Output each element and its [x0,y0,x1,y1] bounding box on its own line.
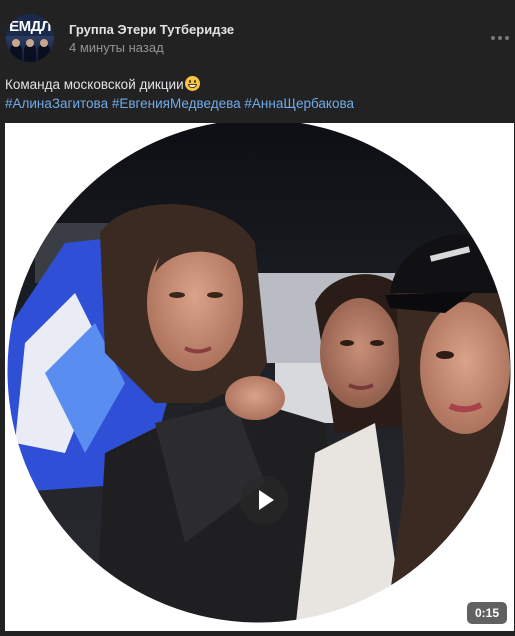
more-dots-icon[interactable] [488,30,512,46]
grinning-face-emoji-icon [184,76,200,91]
group-avatar[interactable]: ЕМДЛ [6,14,54,62]
video-duration-badge: 0:15 [467,602,507,624]
hashtag-link[interactable]: #ЕвгенияМедведева [112,96,241,111]
hashtag-link[interactable]: #АннаЩербакова [244,96,354,111]
video-thumbnail [5,123,514,631]
video-player[interactable] [5,123,514,631]
post-text: Команда московской дикции [5,76,200,92]
post-text-content: Команда московской дикции [5,77,184,92]
group-name-link[interactable]: Группа Этери Тутберидзе [69,22,234,37]
play-button[interactable] [240,476,288,524]
post-timestamp[interactable]: 4 минуты назад [69,40,164,55]
hashtags: #АлинаЗагитова #ЕвгенияМедведева #АннаЩе… [5,96,354,111]
hashtag-link[interactable]: #АлинаЗагитова [5,96,108,111]
avatar-logo: ЕМДЛ [9,18,51,35]
wall-post: ЕМДЛ Группа Этери Тутберидзе 4 минуты на… [0,0,515,636]
avatar-photo [6,36,54,62]
play-icon [259,490,274,510]
